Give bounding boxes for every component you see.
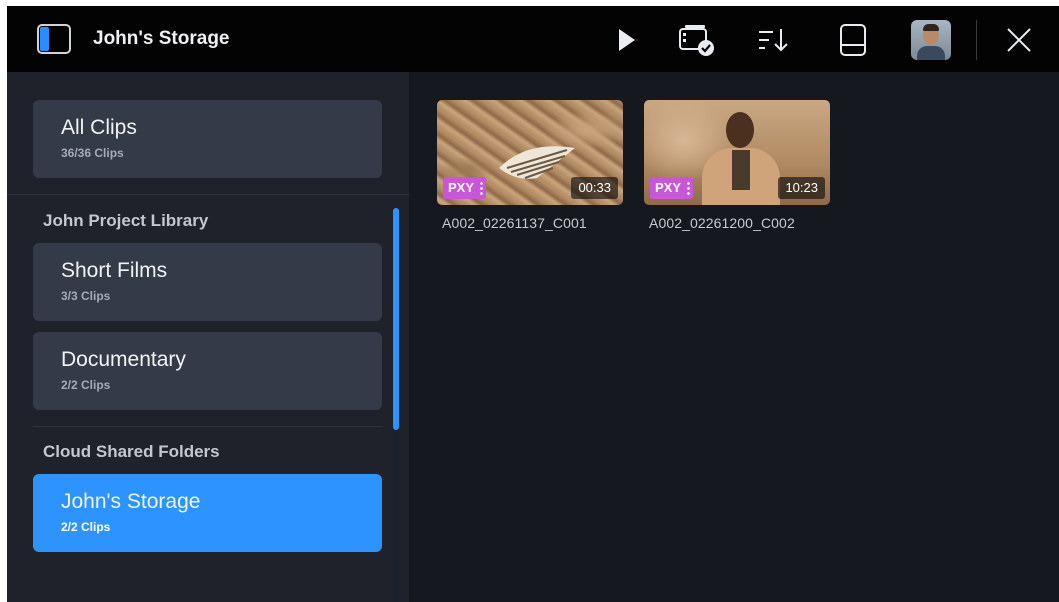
page-title: John's Storage bbox=[93, 28, 230, 49]
clip-select-icon[interactable] bbox=[677, 20, 717, 60]
sidebar-item-label: Short Films bbox=[61, 259, 168, 282]
sidebar-item-all-clips[interactable]: All Clips 36/36 Clips bbox=[33, 100, 382, 178]
sidebar-toggle-icon[interactable] bbox=[37, 24, 71, 54]
sidebar-divider bbox=[33, 426, 382, 427]
sidebar-divider bbox=[7, 194, 409, 195]
sidebar-item-johns-storage[interactable]: John's Storage 2/2 Clips bbox=[33, 474, 382, 552]
clip-name: A002_02261200_C002 bbox=[649, 215, 795, 231]
top-bar: John's Storage bbox=[7, 6, 1059, 72]
clip-name: A002_02261137_C001 bbox=[442, 215, 587, 231]
sidebar-item-count: 36/36 Clips bbox=[61, 146, 124, 160]
thumbnail-shirt bbox=[732, 150, 750, 190]
clip-duration: 00:33 bbox=[571, 177, 618, 199]
sidebar: All Clips 36/36 Clips John Project Libra… bbox=[7, 72, 409, 602]
play-icon[interactable] bbox=[607, 20, 647, 60]
user-avatar[interactable] bbox=[911, 20, 951, 60]
close-icon[interactable] bbox=[999, 20, 1039, 60]
sculpture-shape bbox=[499, 146, 575, 179]
sidebar-item-label: All Clips bbox=[61, 116, 137, 139]
thumbnail-face bbox=[726, 112, 754, 148]
toolbar-divider bbox=[976, 20, 977, 60]
section-heading-cloud-shared: Cloud Shared Folders bbox=[43, 442, 220, 461]
clip-tile[interactable]: PXY 10:23 A002_02261200_C002 bbox=[644, 100, 830, 231]
sidebar-item-count: 3/3 Clips bbox=[61, 289, 111, 303]
avatar-body bbox=[917, 46, 945, 60]
sidebar-scrollbar-thumb[interactable] bbox=[393, 208, 399, 430]
clip-thumbnail[interactable]: PXY 00:33 bbox=[437, 100, 623, 205]
app-window: John's Storage All Clips 36/36 Clips Joh… bbox=[7, 6, 1059, 602]
sidebar-toggle-pane bbox=[40, 27, 49, 51]
sort-icon[interactable] bbox=[755, 20, 795, 60]
sidebar-item-count: 2/2 Clips bbox=[61, 378, 111, 392]
section-heading-project-library: John Project Library bbox=[43, 211, 209, 230]
sidebar-item-count: 2/2 Clips bbox=[61, 520, 111, 534]
sidebar-item-short-films[interactable]: Short Films 3/3 Clips bbox=[33, 243, 382, 321]
proxy-badge: PXY bbox=[443, 177, 487, 199]
avatar-hair bbox=[923, 24, 939, 31]
sidebar-item-label: Documentary bbox=[61, 348, 186, 371]
more-dots-icon bbox=[480, 181, 484, 195]
proxy-badge-label: PXY bbox=[655, 180, 682, 195]
proxy-badge: PXY bbox=[650, 177, 694, 199]
clip-thumbnail[interactable]: PXY 10:23 bbox=[644, 100, 830, 205]
proxy-badge-label: PXY bbox=[448, 180, 475, 195]
sidebar-item-documentary[interactable]: Documentary 2/2 Clips bbox=[33, 332, 382, 410]
clip-tile[interactable]: PXY 00:33 A002_02261137_C001 bbox=[437, 100, 623, 231]
more-dots-icon bbox=[687, 181, 691, 195]
sidebar-item-label: John's Storage bbox=[61, 490, 201, 513]
clip-duration: 10:23 bbox=[778, 177, 825, 199]
drive-icon[interactable] bbox=[833, 20, 873, 60]
